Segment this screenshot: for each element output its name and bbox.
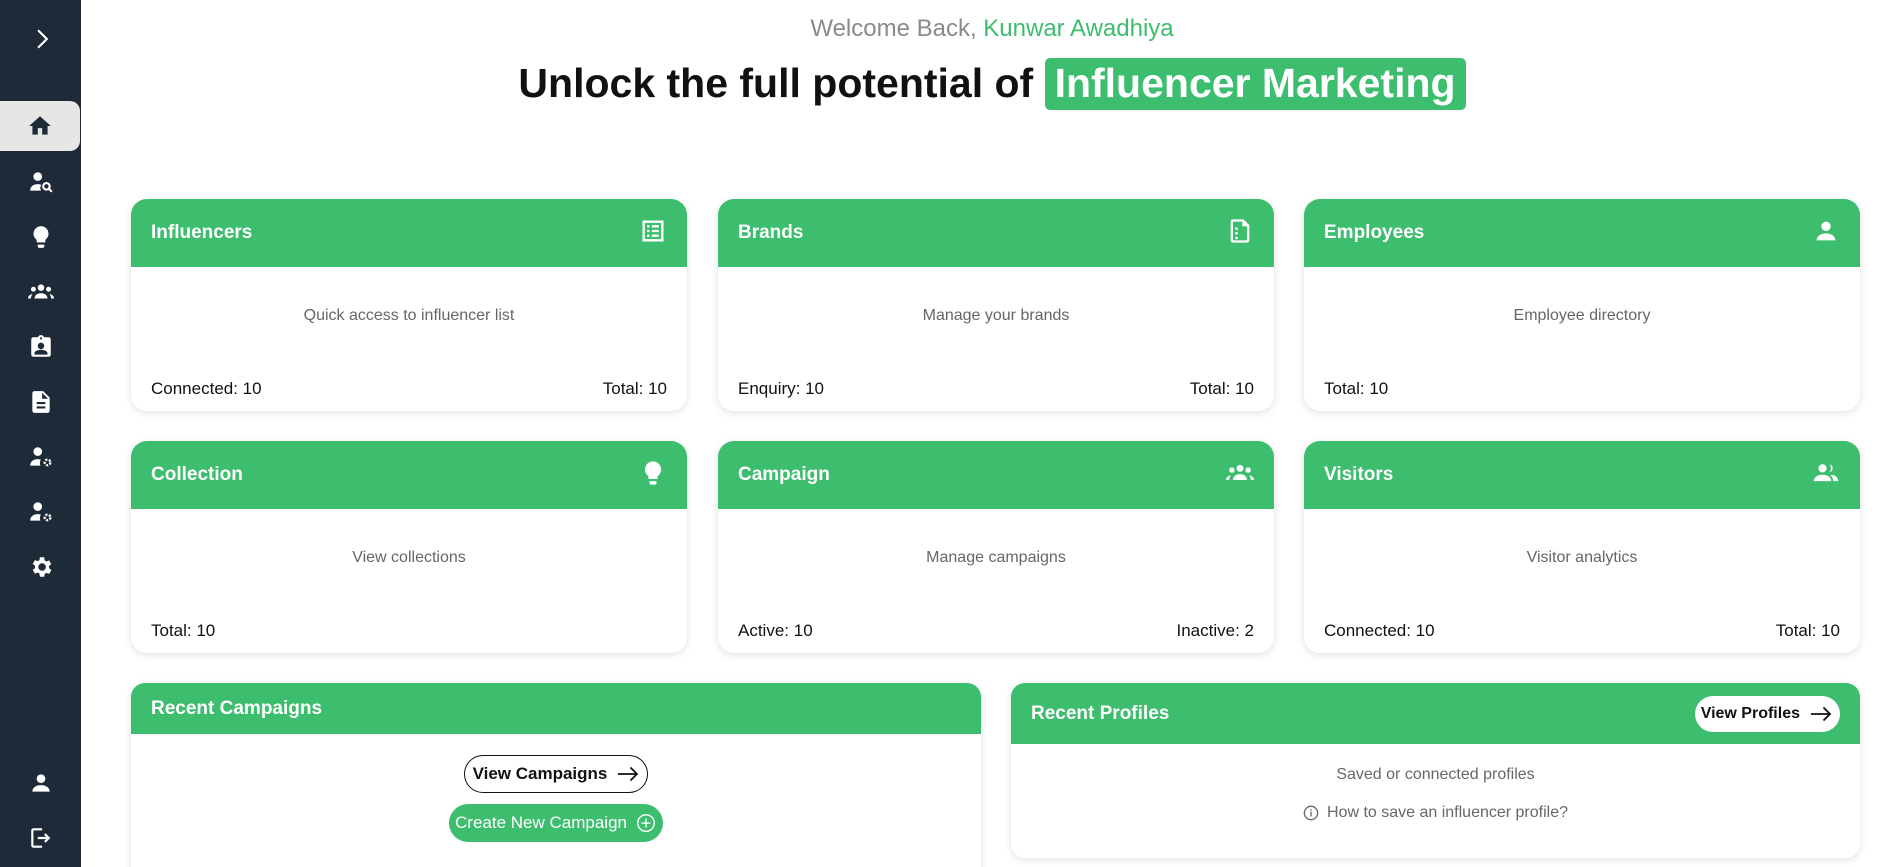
welcome-message: Welcome Back, Kunwar Awadhiya [81,15,1903,43]
card-stat-left: Connected: 10 [1324,621,1435,640]
lightbulb-icon [639,459,667,492]
profile-help-link[interactable]: How to save an influencer profile? [1011,804,1860,822]
user-settings-icon [29,502,52,522]
page-headline: Unlock the full potential of Influencer … [81,58,1903,110]
collection-card[interactable]: Collection View collections Total: 10 [131,441,687,653]
card-stat-right: Inactive: 2 [1176,621,1255,640]
card-title: Visitors [1324,464,1394,485]
badge-icon [30,335,51,357]
visitors-card[interactable]: Visitors Visitor analytics Connected: 10… [1304,441,1860,653]
card-description: Quick access to influencer list [303,307,515,324]
file-icon [1226,217,1254,250]
user-settings-icon [29,447,52,467]
profile-help-text: How to save an influencer profile? [1326,804,1569,821]
card-title: Employees [1324,222,1425,243]
recent-campaigns-panel: Recent Campaigns View Campaigns Create N… [131,683,981,867]
arrow-right-icon [618,766,639,782]
influencers-card[interactable]: Influencers Quick access to influencer l… [131,199,687,411]
profiles-subtitle: Saved or connected profiles [1336,766,1535,783]
card-stat-right: Total: 10 [1189,379,1254,398]
card-description: Employee directory [1513,307,1651,324]
expand-sidebar-button[interactable] [0,13,81,65]
sidebar-item-logout[interactable] [0,812,81,864]
card-footer: Total: 10 [1324,379,1840,399]
card-stat-left: Total: 10 [1324,379,1389,398]
card-description: View collections [352,549,466,566]
list-icon [639,217,667,250]
sidebar-item-find-influencers[interactable] [0,156,81,208]
chevron-right-icon [36,29,48,49]
card-stat-right: Total: 10 [1775,621,1840,640]
card-title: Influencers [151,222,253,243]
sidebar-item-ideas[interactable] [0,211,81,263]
plus-circle-icon [637,814,655,832]
home-icon [29,116,51,135]
card-footer: Enquiry: 10 Total: 10 [738,379,1254,399]
sidebar-item-groups[interactable] [0,266,81,318]
user-search-icon [29,172,53,193]
sidebar [0,0,81,867]
logout-icon [30,828,50,848]
card-header: Collection [131,441,687,509]
employees-card[interactable]: Employees Employee directory Total: 10 [1304,199,1860,411]
card-stat-right: Total: 10 [602,379,667,398]
headline-highlight: Influencer Marketing [1044,58,1466,110]
person-icon [1812,217,1840,250]
card-stat-left: Active: 10 [738,621,813,640]
sidebar-item-profile[interactable] [0,757,81,809]
card-header: Employees [1304,199,1860,267]
view-profiles-button[interactable]: View Profiles [1694,695,1840,732]
lightbulb-icon [32,226,49,248]
create-campaign-label: Create New Campaign [455,813,627,832]
user-name: Kunwar Awadhiya [983,15,1174,42]
sidebar-item-user-settings[interactable] [0,431,81,483]
sidebar-item-documents[interactable] [0,376,81,428]
card-stat-left: Enquiry: 10 [738,379,824,398]
card-description: Manage your brands [922,307,1070,324]
card-title: Brands [738,222,804,243]
card-header: Influencers [131,199,687,267]
group-icon [27,284,54,299]
headline-text: Unlock the full potential of [518,60,1045,106]
card-title: Collection [151,464,243,485]
panel-header: Recent Campaigns [131,683,981,734]
people-icon [1812,459,1840,492]
panel-title: Recent Profiles [1031,702,1170,724]
panel-title: Recent Campaigns [151,697,323,719]
panel-header: Recent Profiles View Profiles [1011,683,1860,744]
card-header: Visitors [1304,441,1860,509]
card-header: Brands [718,199,1274,267]
brands-card[interactable]: Brands Manage your brands Enquiry: 10 Tot… [718,199,1274,411]
view-profiles-label: View Profiles [1700,704,1800,722]
arrow-right-icon [1810,706,1832,721]
card-footer: Connected: 10 Total: 10 [1324,621,1840,641]
view-campaigns-label: View Campaigns [472,764,608,783]
sidebar-item-home[interactable] [0,101,80,151]
sidebar-item-settings[interactable] [0,541,81,593]
card-footer: Connected: 10 Total: 10 [151,379,667,399]
campaign-card[interactable]: Campaign Manage campaigns Active: 10 Inac… [718,441,1274,653]
info-icon [1303,805,1319,821]
sidebar-item-admin-settings[interactable] [0,486,81,538]
recent-profiles-panel: Recent Profiles View Profiles Saved or c… [1011,683,1860,858]
document-icon [31,391,50,413]
card-stat-left: Total: 10 [151,621,216,640]
sidebar-item-assignments[interactable] [0,321,81,373]
create-campaign-button[interactable]: Create New Campaign [449,804,663,842]
card-footer: Active: 10 Inactive: 2 [738,621,1254,641]
gear-icon [32,557,51,577]
card-description: Manage campaigns [926,549,1066,566]
view-campaigns-button[interactable]: View Campaigns [463,755,649,793]
group-icon [1226,459,1254,492]
card-title: Campaign [738,464,830,485]
card-footer: Total: 10 [151,621,667,641]
person-icon [31,774,50,792]
welcome-prefix: Welcome Back, [810,15,984,42]
card-stat-left: Connected: 10 [151,379,262,398]
card-description: Visitor analytics [1526,549,1638,566]
card-header: Campaign [718,441,1274,509]
